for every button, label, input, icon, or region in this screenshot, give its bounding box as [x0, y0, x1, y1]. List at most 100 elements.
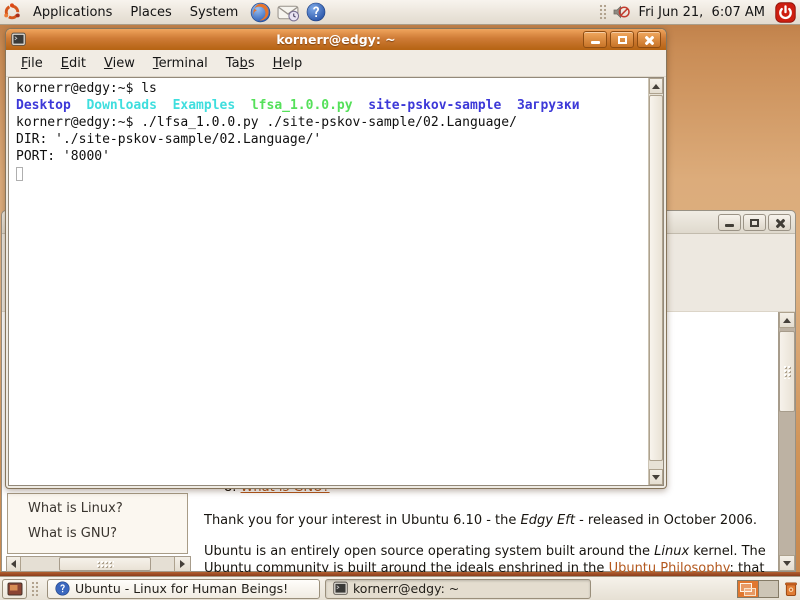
sidebar-link-what-is-linux[interactable]: What is Linux? — [28, 501, 123, 516]
terminal-window-controls — [580, 31, 661, 48]
terminal-prompt-line: kornerr@edgy:~$ ls — [16, 80, 646, 97]
terminal-maximize-button[interactable] — [610, 31, 634, 48]
menu-places-label: Places — [130, 5, 171, 20]
top-panel: Applications Places System — [0, 0, 800, 25]
terminal-output-port: PORT: '8000' — [16, 148, 646, 165]
horizontal-scroll-track[interactable] — [21, 557, 174, 571]
terminal-menu-help[interactable]: Help — [264, 52, 312, 75]
terminal-menu-file[interactable]: File — [12, 52, 52, 75]
ls-entry-examples: Examples — [173, 98, 236, 113]
thumb-grip-icon — [96, 560, 114, 569]
arrow-down-icon — [783, 561, 791, 566]
show-desktop-icon — [7, 582, 23, 596]
mail-launcher-icon[interactable] — [274, 0, 303, 24]
trash-icon — [784, 580, 798, 597]
workspace-switcher — [737, 580, 779, 598]
workspace-2[interactable] — [758, 581, 778, 597]
maximize-icon — [750, 219, 759, 227]
terminal-minimize-button[interactable] — [583, 31, 607, 48]
horizontal-scroll-thumb[interactable] — [59, 557, 151, 571]
terminal-titlebar[interactable]: kornerr@edgy: ~ — [6, 29, 666, 50]
task-button-terminal[interactable]: kornerr@edgy: ~ — [325, 579, 591, 599]
panel-right-area: Fri Jun 21, 6:07 AM — [596, 0, 800, 24]
paragraph-text: Thank you for your interest in Ubuntu 6.… — [204, 513, 521, 528]
minimize-icon — [725, 224, 734, 227]
terminal-content-frame: kornerr@edgy:~$ ls Desktop Downloads Exa… — [8, 77, 664, 486]
terminal-command-line: kornerr@edgy:~$ ./lfsa_1.0.0.py ./site-p… — [16, 114, 646, 131]
ubuntu-logo-icon[interactable] — [0, 0, 24, 24]
workspace-1[interactable] — [738, 581, 758, 597]
arrow-right-icon — [180, 560, 185, 568]
scroll-up-button[interactable] — [779, 312, 795, 328]
close-icon — [644, 35, 654, 45]
scroll-down-button[interactable] — [649, 469, 663, 485]
volume-muted-icon[interactable] — [609, 0, 633, 24]
show-desktop-button[interactable] — [2, 579, 27, 599]
task-button-firefox[interactable]: Ubuntu - Linux for Human Beings! — [47, 579, 320, 599]
scroll-up-button[interactable] — [649, 78, 663, 94]
terminal-window: kornerr@edgy: ~ File Edit View Terminal … — [5, 28, 667, 489]
terminal-scroll-thumb[interactable] — [649, 95, 663, 461]
taskbar-drag-handle[interactable] — [31, 581, 38, 597]
scroll-down-button[interactable] — [779, 555, 795, 571]
power-logout-icon[interactable] — [771, 0, 800, 24]
terminal-task-icon — [333, 581, 348, 596]
ls-entry-zagruzki: Загрузки — [517, 98, 580, 113]
maximize-icon — [618, 36, 627, 44]
paragraph-text: Ubuntu is an entirely open source operat… — [204, 544, 654, 559]
panel-drag-handle[interactable] — [599, 4, 606, 20]
scroll-right-button[interactable] — [174, 557, 190, 571]
desktop: { "top_panel": { "menus": [ { "label": "… — [0, 0, 800, 600]
terminal-screen[interactable]: kornerr@edgy:~$ ls Desktop Downloads Exa… — [9, 78, 648, 485]
browser-minimize-button[interactable] — [718, 214, 741, 231]
thumb-grip-icon — [783, 365, 792, 379]
terminal-menubar: File Edit View Terminal Tabs Help — [6, 50, 666, 77]
terminal-menu-view[interactable]: View — [95, 52, 144, 75]
ls-entry-site: site-pskov-sample — [368, 98, 501, 113]
arrow-up-icon — [652, 84, 660, 89]
sidebar-horizontal-scrollbar[interactable] — [6, 556, 191, 572]
terminal-menu-terminal[interactable]: Terminal — [144, 52, 217, 75]
clock[interactable]: Fri Jun 21, 6:07 AM — [633, 5, 771, 20]
menu-system-label: System — [190, 5, 238, 20]
task-label: kornerr@edgy: ~ — [353, 581, 459, 596]
menu-system[interactable]: System — [181, 0, 247, 24]
terminal-menu-edit[interactable]: Edit — [52, 52, 95, 75]
browser-window-controls — [716, 214, 791, 231]
ls-entry-downloads: Downloads — [86, 98, 156, 113]
help-launcher-icon[interactable] — [303, 0, 329, 24]
browser-close-button[interactable] — [768, 214, 791, 231]
arrow-left-icon — [11, 560, 16, 568]
paragraph-text: - released in October 2006. — [575, 513, 757, 528]
arrow-down-icon — [652, 475, 660, 480]
page-vertical-scrollbar[interactable] — [778, 312, 795, 571]
browser-maximize-button[interactable] — [743, 214, 766, 231]
terminal-close-button[interactable] — [637, 31, 661, 48]
menu-applications-label: Applications — [33, 5, 112, 20]
menu-applications[interactable]: Applications — [24, 0, 121, 24]
arrow-up-icon — [783, 318, 791, 323]
help-page-icon — [55, 581, 70, 596]
emphasis-text: Edgy Eft — [521, 513, 575, 528]
menu-places[interactable]: Places — [121, 0, 180, 24]
bottom-taskbar: Ubuntu - Linux for Human Beings! kornerr… — [0, 576, 800, 600]
vertical-scroll-thumb[interactable] — [779, 331, 795, 412]
page-sidebar-frame: What is Linux? What is GNU? — [7, 493, 188, 554]
close-icon — [775, 218, 785, 228]
mini-window-icon — [744, 588, 756, 596]
trash-applet[interactable] — [784, 580, 798, 597]
terminal-output-dir: DIR: './site-pskov-sample/02.Language/' — [16, 131, 646, 148]
scroll-left-button[interactable] — [7, 557, 21, 571]
task-label: Ubuntu - Linux for Human Beings! — [75, 581, 288, 596]
terminal-window-title: kornerr@edgy: ~ — [6, 32, 666, 47]
terminal-cursor — [16, 167, 23, 181]
sidebar-link-what-is-gnu[interactable]: What is GNU? — [28, 526, 117, 541]
terminal-scrollbar[interactable] — [648, 78, 663, 485]
terminal-ls-output: Desktop Downloads Examples lfsa_1.0.0.py… — [16, 97, 646, 114]
firefox-launcher-icon[interactable] — [247, 0, 274, 24]
ls-entry-script: lfsa_1.0.0.py — [251, 98, 353, 113]
ls-entry-desktop: Desktop — [16, 98, 71, 113]
paragraph-thank-you: Thank you for your interest in Ubuntu 6.… — [204, 512, 782, 529]
paragraph-text: kernel. The — [689, 544, 766, 559]
terminal-menu-tabs[interactable]: Tabs — [217, 52, 264, 75]
